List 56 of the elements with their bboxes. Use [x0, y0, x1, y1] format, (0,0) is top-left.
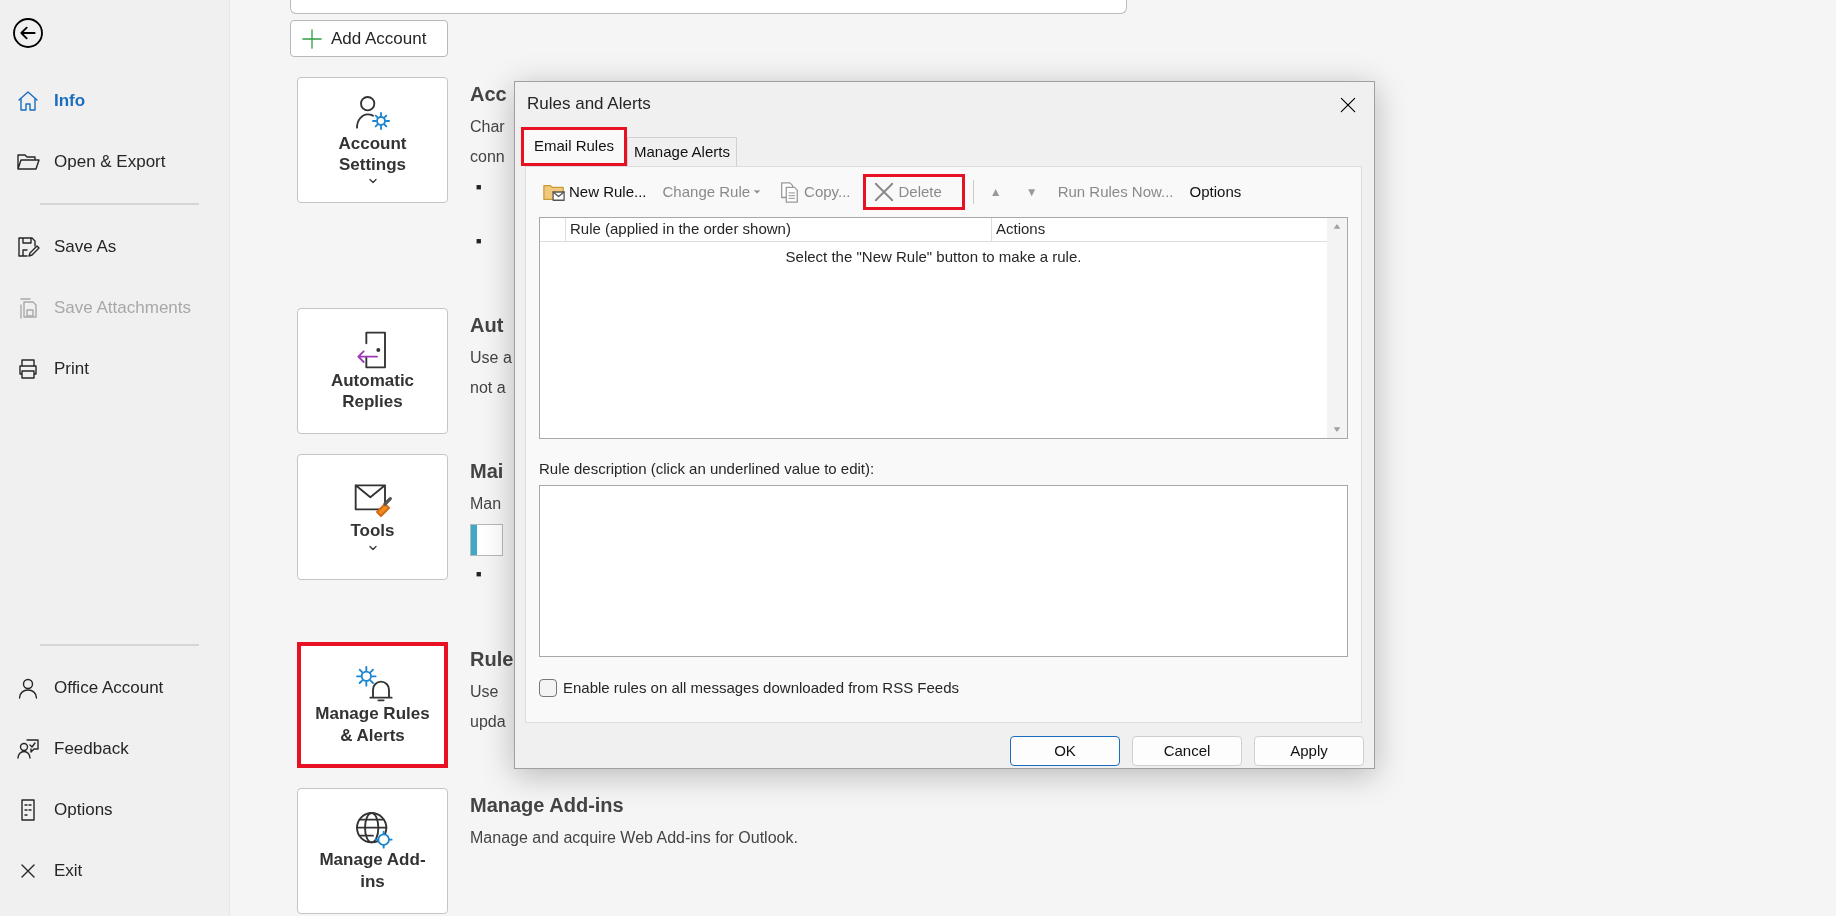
scrollbar[interactable]: [1327, 218, 1347, 438]
sidebar-item[interactable]: Print: [0, 338, 229, 399]
column-header[interactable]: Actions: [992, 218, 1327, 241]
sidebar-item[interactable]: Save As: [0, 216, 229, 277]
back-icon: [12, 17, 44, 49]
section-description: not a: [470, 378, 507, 398]
bullet-mark: ■: [476, 568, 483, 581]
save-as-icon: [16, 234, 40, 259]
home-icon: [16, 88, 40, 113]
sidebar-item[interactable]: Office Account: [0, 657, 229, 718]
dialog-button[interactable]: OK: [1010, 736, 1120, 766]
dialog-title: Rules and Alerts: [527, 93, 651, 116]
sidebar-item[interactable]: Feedback: [0, 718, 229, 779]
section-heading: Rule: [470, 646, 514, 672]
section-description: Use a: [470, 348, 512, 368]
feature-button[interactable]: Tools: [297, 454, 448, 580]
section-heading: Manage Add-ins: [470, 792, 625, 818]
tab[interactable]: Email Rules: [521, 126, 628, 166]
description-label: Rule description (click an underlined value to edit):: [539, 459, 876, 479]
add-account-button[interactable]: Add Account: [290, 20, 448, 57]
section-description: Man: [470, 494, 503, 514]
feature-button[interactable]: Manage Rules & Alerts: [297, 641, 448, 768]
feature-button[interactable]: Account Settings: [297, 77, 448, 203]
toolbar-button[interactable]: Options: [1185, 176, 1246, 208]
scroll-down-icon: [1332, 426, 1342, 434]
printer-icon: [16, 356, 40, 381]
account-field[interactable]: [290, 0, 1127, 14]
checkbox[interactable]: [539, 678, 557, 697]
dialog-button[interactable]: Apply: [1254, 736, 1364, 766]
section-heading: Mai: [470, 459, 504, 484]
section-heading: Acc: [470, 82, 507, 107]
rule-description-field[interactable]: [539, 484, 1348, 657]
sidebar-item[interactable]: Open & Export: [0, 131, 229, 192]
toolbar-button[interactable]: New Rule...: [538, 176, 651, 208]
checkbox-label: Enable rules on all messages downloaded from RSS Feeds: [563, 677, 960, 698]
tab[interactable]: Manage Alerts: [627, 136, 737, 166]
section-description: Use: [470, 681, 500, 702]
feature-button[interactable]: Manage Add-ins: [297, 787, 448, 914]
feedback-icon: [16, 736, 40, 761]
sidebar-item[interactable]: Info: [0, 70, 229, 131]
sidebar-item[interactable]: Options: [0, 779, 229, 840]
sidebar-item[interactable]: Exit: [0, 840, 229, 901]
section-heading: Aut: [470, 313, 505, 338]
column-header[interactable]: Rule (applied in the order shown): [566, 218, 992, 241]
section-description: Manage and acquire Web Add-ins for Outlook.: [470, 827, 798, 848]
plus-icon: [301, 27, 323, 50]
dialog-button[interactable]: Cancel: [1132, 736, 1242, 766]
section-description: upda: [470, 711, 507, 732]
section-description: Char: [470, 117, 506, 137]
bullet-mark: ■: [476, 181, 483, 194]
feature-button[interactable]: Automatic Replies: [297, 308, 448, 434]
scroll-up-icon: [1332, 222, 1342, 230]
section-description: conn: [470, 147, 506, 167]
empty-message: Select the "New Rule" button to make a rule.: [784, 247, 1083, 267]
caret-icon: [753, 188, 762, 196]
bullet-mark: ■: [476, 234, 483, 248]
